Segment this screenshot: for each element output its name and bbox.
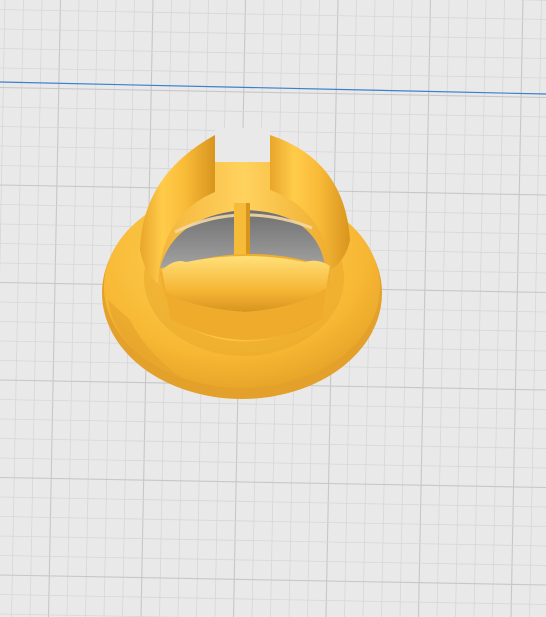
bushing-model[interactable] xyxy=(102,128,382,399)
grid-line-vertical xyxy=(66,0,80,617)
grid-line-horizontal xyxy=(0,457,546,469)
tube-slot xyxy=(215,128,270,162)
grid-line-horizontal xyxy=(0,418,546,430)
grid-line-horizontal xyxy=(0,535,546,547)
grid-line-horizontal xyxy=(0,126,546,137)
grid-line-vertical xyxy=(85,0,98,617)
scene xyxy=(0,0,546,617)
grid-line-vertical xyxy=(47,0,62,617)
grid-line-horizontal xyxy=(0,594,546,605)
grid-line-vertical xyxy=(0,0,6,278)
grid-line-horizontal xyxy=(0,516,546,527)
3d-viewport[interactable] xyxy=(0,0,546,617)
grid-line-horizontal xyxy=(0,48,546,59)
grid-line-vertical xyxy=(510,0,524,617)
grid-line-horizontal xyxy=(0,106,546,118)
grid-line-vertical xyxy=(399,0,413,617)
grid-line-horizontal xyxy=(0,555,546,566)
grid-line-horizontal xyxy=(0,28,546,40)
grid-line-vertical xyxy=(11,0,24,617)
grid-line-horizontal xyxy=(0,399,546,410)
grid-line-horizontal xyxy=(0,9,546,20)
grid-line-vertical xyxy=(29,0,43,617)
grid-line-horizontal xyxy=(0,438,546,449)
grid-line-horizontal xyxy=(0,67,546,79)
grid-line-vertical xyxy=(529,0,542,617)
grid-line-horizontal xyxy=(0,574,546,586)
grid-line-vertical xyxy=(381,0,394,617)
